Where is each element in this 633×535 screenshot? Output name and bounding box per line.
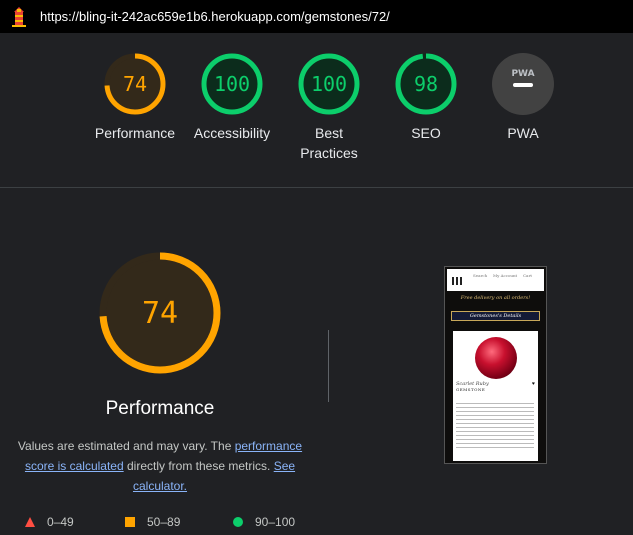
legend-range: 50–89	[147, 515, 181, 529]
menu-grid-icon	[452, 277, 462, 285]
screenshot-title-bar: Gemstones's Details	[451, 311, 540, 321]
gauge-label: SEO	[411, 125, 441, 141]
section-divider	[0, 187, 633, 188]
gauge-score: 98	[414, 72, 438, 96]
gauge-score: 100	[311, 72, 347, 96]
gauge-accessibility[interactable]: 100 Accessibility	[182, 51, 282, 143]
legend-pass: 90–100	[233, 512, 295, 532]
screenshot-nav-item: Cart	[523, 273, 532, 278]
page-screenshot-thumbnail[interactable]: Search My Account Cart Free delivery on …	[444, 266, 547, 464]
estimate-text-1: Values are estimated and may vary. The	[17, 439, 235, 453]
performance-title: Performance	[105, 398, 215, 419]
gauge-ring: 100	[298, 53, 360, 115]
performance-gauge-large: 74	[99, 252, 221, 374]
triangle-icon	[25, 517, 35, 527]
report-url[interactable]: https://bling-it-242ac659e1b6.herokuapp.…	[40, 9, 390, 24]
gauge-label: Best Practices	[300, 125, 358, 161]
gauge-score: 74	[123, 72, 147, 96]
gauge-best-practices[interactable]: 100 Best Practices	[279, 51, 379, 163]
pwa-badge-text: PWA	[511, 69, 534, 79]
screenshot-nav: Search My Account Cart	[447, 269, 544, 291]
legend-average: 50–89	[125, 512, 180, 532]
performance-score-large: 74	[142, 296, 178, 331]
gauge-ring: 100	[201, 53, 263, 115]
gauge-label: PWA	[507, 125, 539, 141]
legend-range: 90–100	[255, 515, 296, 529]
ruby-gem-image	[475, 337, 517, 379]
circle-icon	[233, 517, 243, 527]
square-icon	[125, 517, 135, 527]
screenshot-banner: Free delivery on all orders!	[460, 295, 531, 301]
screenshot-description-lines	[456, 403, 534, 449]
legend-fail: 0–49	[25, 512, 74, 532]
gauge-label: Performance	[94, 125, 176, 141]
screenshot-gem-category: GEMSTONE	[456, 387, 486, 392]
gauge-performance[interactable]: 74 Performance	[85, 51, 185, 143]
gauge-score: 100	[214, 72, 250, 96]
legend-range: 0–49	[47, 515, 74, 529]
heart-icon: ♥	[532, 381, 535, 387]
category-gauges: 74 Performance 100 Accessibility 100 Bes…	[0, 33, 633, 187]
gauge-label: Accessibility	[193, 125, 271, 141]
screenshot-nav-item: My Account	[493, 273, 518, 278]
gauge-pwa[interactable]: PWA PWA	[473, 51, 573, 143]
url-bar: https://bling-it-242ac659e1b6.herokuapp.…	[0, 0, 633, 33]
screenshot-nav-item: Search	[473, 273, 488, 278]
gauge-ring: 98	[395, 53, 457, 115]
gauge-ring: 74	[104, 53, 166, 115]
lighthouse-icon	[12, 7, 26, 27]
gauge-seo[interactable]: 98 SEO	[376, 51, 476, 143]
estimate-note: Values are estimated and may vary. The p…	[10, 436, 310, 496]
estimate-text-2: directly from these metrics.	[123, 459, 274, 473]
pwa-badge-icon: PWA	[492, 53, 554, 115]
vertical-separator	[328, 330, 329, 402]
screenshot-product-card: Scarlet Ruby GEMSTONE ♥	[453, 331, 538, 461]
